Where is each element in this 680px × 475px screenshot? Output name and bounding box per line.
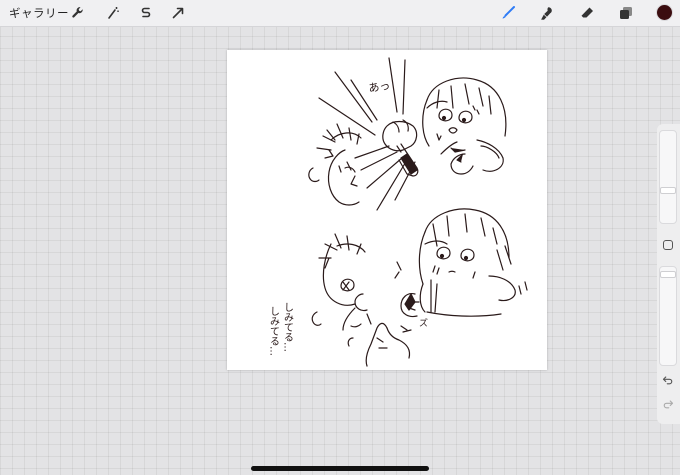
eraser-icon[interactable] — [577, 3, 597, 23]
dialogue-line-1: しみてる… — [282, 302, 294, 352]
side-toolbar — [657, 124, 680, 424]
wrench-icon[interactable] — [68, 3, 88, 23]
color-picker-button[interactable] — [656, 4, 673, 21]
sfx-zu-text: ズ — [419, 317, 428, 329]
modify-button[interactable] — [663, 240, 673, 250]
dialogue-line-2: しみてる… — [268, 306, 280, 356]
brush-icon[interactable] — [498, 3, 518, 23]
undo-icon[interactable] — [660, 372, 676, 388]
selection-icon[interactable] — [136, 3, 156, 23]
smudge-icon[interactable] — [537, 3, 557, 23]
magic-wand-icon[interactable] — [103, 3, 123, 23]
brush-size-handle[interactable] — [660, 187, 676, 194]
redo-icon[interactable] — [660, 396, 676, 412]
brush-size-slider[interactable] — [659, 130, 677, 224]
transform-arrow-icon[interactable] — [168, 3, 188, 23]
home-indicator[interactable] — [251, 466, 429, 471]
opacity-slider[interactable] — [659, 266, 677, 366]
opacity-handle[interactable] — [660, 271, 676, 278]
drawing-canvas[interactable]: あっ しみてる… しみてる… ズ — [227, 50, 547, 370]
comic-drawing: あっ しみてる… しみてる… ズ — [268, 57, 528, 367]
top-toolbar: ギャラリー — [0, 0, 680, 27]
gallery-button[interactable]: ギャラリー — [9, 5, 69, 21]
sfx-ah-text: あっ — [368, 79, 392, 95]
layers-icon[interactable] — [616, 3, 636, 23]
